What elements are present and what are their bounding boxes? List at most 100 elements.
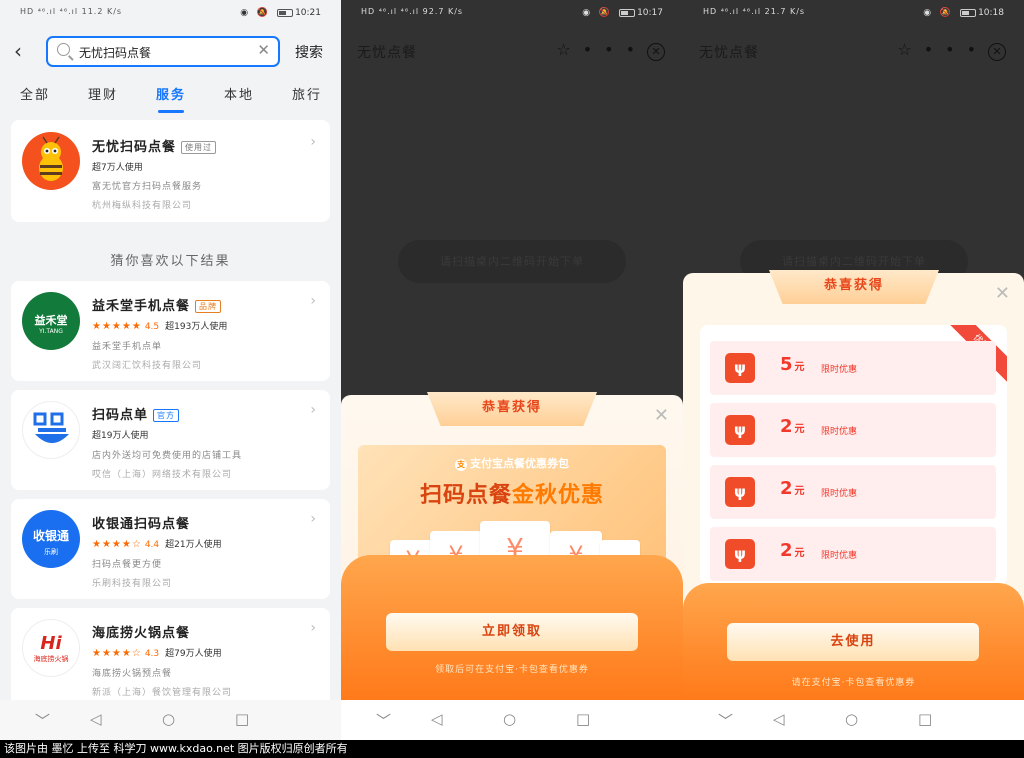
popup-close-icon[interactable]: ✕ [654, 405, 669, 426]
brand-badge: 品牌 [195, 300, 222, 313]
result-users: 超21万人使用 [165, 540, 222, 550]
result-card-haidilao[interactable]: Hi 海底捞火锅 海底捞火锅点餐 ★★★★☆ 4.3 超79万人使用 海底捞火锅预点… [11, 608, 330, 708]
nav-back-icon[interactable]: ◁ [431, 710, 443, 728]
scan-order-logo [22, 401, 80, 459]
coupon-item[interactable]: ψ 5元 限时优惠 [710, 341, 996, 395]
coupon-amount: 2元 [780, 540, 805, 561]
more-icon[interactable]: ••• [924, 40, 988, 59]
shouyintong-logo: 收银通 乐刷 [22, 510, 80, 568]
top-actions: ☆••• ✕ [556, 40, 665, 61]
coupon-item[interactable]: ψ 2元 限时优惠 [710, 465, 996, 519]
result-name: 无忧扫码点餐 [92, 140, 177, 155]
result-company: 杭州梅纵科技有限公司 [92, 201, 193, 211]
status-time: 10:21 [295, 8, 321, 18]
result-desc: 富无忧官方扫码点餐服务 [92, 182, 203, 192]
status-signal: HD ⁴⁶.ıl ⁴⁶.ıl 92.7 K/s [361, 7, 464, 16]
amount-unit: 元 [794, 548, 805, 559]
chevron-right-icon: › [310, 620, 316, 636]
result-card-wuyou[interactable]: 无忧扫码点餐 使用过 超7万人使用 富无忧官方扫码点餐服务 杭州梅纵科技有限公司 … [11, 120, 330, 222]
star-icon[interactable]: ☆ [556, 40, 582, 59]
battery-icon [619, 8, 635, 17]
result-name: 扫码点单 [92, 408, 149, 423]
status-signal: HD ⁴⁶.ıl ⁴⁶.ıl 21.7 K/s [703, 7, 806, 16]
coupon-amount: 2元 [780, 416, 805, 437]
scan-hint-pill: 请扫描桌内二维码开始下单 [398, 240, 626, 283]
result-company: 乐刷科技有限公司 [92, 579, 173, 589]
cutlery-icon: ψ [725, 539, 755, 569]
clear-icon[interactable]: ✕ [257, 41, 270, 59]
result-title: 扫码点单 官方 [92, 404, 180, 423]
result-users: 超79万人使用 [165, 649, 222, 659]
cutlery-icon: ψ [725, 353, 755, 383]
category-tabs: 全部 理财 服务 本地 旅行 [0, 84, 341, 114]
nav-recent-icon[interactable]: □ [918, 710, 932, 728]
amount-unit: 元 [794, 424, 805, 435]
nav-home-icon[interactable]: ○ [162, 710, 175, 728]
logo-sub: YI.TANG [39, 328, 63, 335]
nav-recent-icon[interactable]: □ [235, 710, 249, 728]
rating-score: 4.4 [144, 540, 160, 550]
amount-value: 2 [780, 416, 793, 437]
nav-home-icon[interactable]: ○ [503, 710, 516, 728]
tab-services[interactable]: 服务 [156, 84, 186, 113]
star-icon[interactable]: ☆ [897, 40, 923, 59]
coupon-popup-screen: HD ⁴⁶.ıl ⁴⁶.ıl 92.7 K/s ◉ 🔕 10:17 无忧点餐 ☆… [341, 0, 683, 740]
coupon-item[interactable]: ψ 2元 限时优惠 [710, 527, 996, 581]
rating-score: 4.5 [144, 322, 160, 332]
status-time: 10:18 [978, 8, 1004, 18]
search-results-screen: HD ⁴⁶.ıl ⁴⁶.ıl 11.2 K/s ◉ 🔕 10:21 ‹ ✕ 搜索… [0, 0, 341, 740]
search-input[interactable] [79, 42, 254, 62]
status-bar: HD ⁴⁶.ıl ⁴⁶.ıl 11.2 K/s ◉ 🔕 10:21 [0, 0, 341, 28]
close-icon[interactable]: ✕ [647, 43, 665, 61]
nav-back-icon[interactable]: ◁ [90, 710, 102, 728]
search-button[interactable]: 搜索 [295, 42, 323, 62]
result-card-yihetang[interactable]: 益禾堂 YI.TANG 益禾堂手机点餐 品牌 ★★★★★ 4.5 超193万人使用 益… [11, 281, 330, 381]
page-title: 无忧点餐 [357, 45, 417, 61]
top-actions: ☆••• ✕ [897, 40, 1006, 61]
use-now-button[interactable]: 去使用 [727, 623, 979, 661]
result-card-shouyintong[interactable]: 收银通 乐刷 收银通扫码点餐 ★★★★☆ 4.4 超21万人使用 扫码点餐更方便 乐… [11, 499, 330, 599]
coupon-label: 限时优惠 [821, 489, 858, 499]
chevron-right-icon: › [310, 511, 316, 527]
nav-back-icon[interactable]: ◁ [773, 710, 785, 728]
close-icon[interactable]: ✕ [988, 43, 1006, 61]
coupon-label: 限时优惠 [821, 365, 858, 375]
more-icon[interactable]: ••• [583, 40, 647, 59]
claim-now-button[interactable]: 立即领取 [386, 613, 638, 651]
watermark-footer: 该图片由 墨忆 上传至 科学刀 www.kxdao.net 图片版权归原创者所有 [0, 740, 1024, 758]
page-title: 无忧点餐 [699, 45, 759, 61]
tab-travel[interactable]: 旅行 [292, 84, 322, 103]
nav-down-icon[interactable]: ﹀ [718, 710, 733, 731]
nav-down-icon[interactable]: ﹀ [376, 710, 391, 731]
claim-hint: 领取后可在支付宝·卡包查看优惠券 [435, 665, 589, 675]
result-company: 新派（上海）餐饮管理有限公司 [92, 688, 233, 698]
nav-home-icon[interactable]: ○ [845, 710, 858, 728]
search-box[interactable]: ✕ [46, 36, 280, 67]
bee-logo [22, 132, 80, 190]
result-card-scan-order[interactable]: 扫码点单 官方 超19万人使用 店内外送均可免费使用的店铺工具 哎信（上海）网络技… [11, 390, 330, 490]
chevron-right-icon: › [310, 134, 316, 150]
cutlery-icon: ψ [725, 477, 755, 507]
promo-headline: 扫码点餐金秋优惠 [358, 477, 666, 509]
tab-all[interactable]: 全部 [20, 84, 50, 103]
amount-value: 2 [780, 540, 793, 561]
used-badge: 使用过 [181, 141, 217, 154]
popup-close-icon[interactable]: ✕ [995, 283, 1010, 304]
logo-text: 收银通 [32, 529, 69, 543]
nav-recent-icon[interactable]: □ [576, 710, 590, 728]
amount-unit: 元 [794, 362, 805, 373]
official-badge: 官方 [153, 409, 180, 422]
tab-local[interactable]: 本地 [224, 84, 254, 103]
coupon-item[interactable]: ψ 2元 限时优惠 [710, 403, 996, 457]
nav-down-icon[interactable]: ﹀ [35, 710, 50, 731]
status-icons: ◉ 🔕 [923, 8, 976, 18]
tab-finance[interactable]: 理财 [88, 84, 118, 103]
logo-sub: 乐刷 [44, 548, 58, 556]
result-rating-row: ★★★★☆ 4.3 超79万人使用 [92, 646, 222, 659]
result-desc: 扫码点餐更方便 [92, 560, 163, 570]
coupon-amount: 2元 [780, 478, 805, 499]
system-nav-bar: ﹀ ◁ ○ □ [0, 700, 341, 740]
result-desc: 店内外送均可免费使用的店铺工具 [92, 451, 243, 461]
back-arrow-icon[interactable]: ‹ [14, 40, 36, 62]
amount-value: 2 [780, 478, 793, 499]
